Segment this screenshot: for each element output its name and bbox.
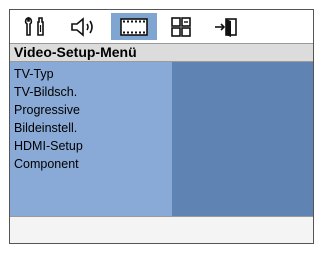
setup-tab-bar xyxy=(10,10,313,43)
setup-menu-list: TV-Typ TV-Bildsch. Progressive Bildeinst… xyxy=(14,65,83,173)
tab-general-setup[interactable] xyxy=(15,13,57,40)
tab-audio-setup[interactable] xyxy=(62,13,104,40)
tab-exit[interactable] xyxy=(206,13,248,40)
menu-item-tv-display[interactable]: TV-Bildsch. xyxy=(14,83,83,101)
menu-panel: TV-Typ TV-Bildsch. Progressive Bildeinst… xyxy=(10,62,172,216)
status-bar xyxy=(10,216,313,243)
menu-item-component[interactable]: Component xyxy=(14,155,83,173)
preferences-grid-icon xyxy=(169,16,193,38)
exit-icon xyxy=(213,16,241,38)
menu-item-tv-type[interactable]: TV-Typ xyxy=(14,65,83,83)
menu-item-progressive[interactable]: Progressive xyxy=(14,101,83,119)
video-screen-icon xyxy=(119,17,149,37)
options-panel xyxy=(172,62,313,216)
tab-video-setup[interactable] xyxy=(111,13,157,40)
page-title: Video-Setup-Menü xyxy=(10,43,313,62)
setup-menu-window: Video-Setup-Menü TV-Typ TV-Bildsch. Prog… xyxy=(9,9,314,244)
speaker-icon xyxy=(69,16,97,38)
tab-preferences[interactable] xyxy=(160,13,202,40)
settings-icon xyxy=(23,16,49,38)
menu-item-picture-setting[interactable]: Bildeinstell. xyxy=(14,119,83,137)
menu-item-hdmi-setup[interactable]: HDMI-Setup xyxy=(14,137,83,155)
